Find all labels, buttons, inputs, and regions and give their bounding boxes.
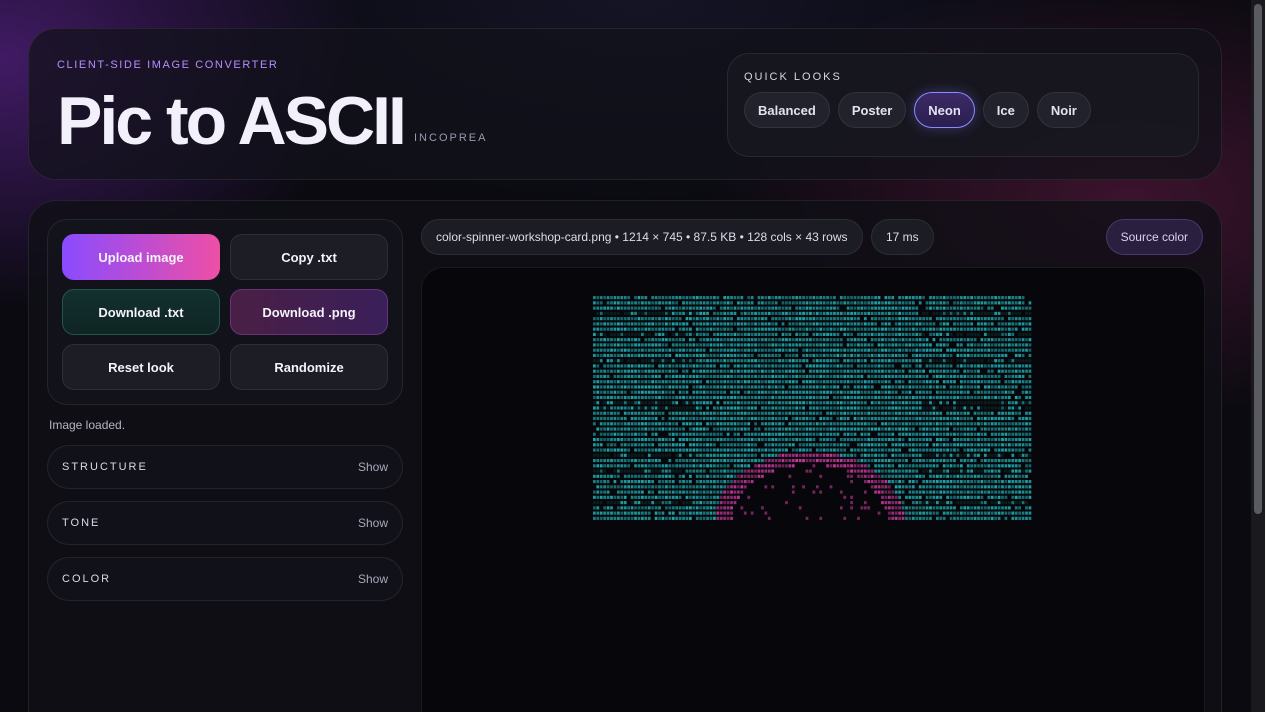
file-info-badge: color-spinner-workshop-card.png • 1214 ×…: [421, 219, 863, 255]
look-poster-button[interactable]: Poster: [837, 92, 907, 128]
source-color-button[interactable]: Source color: [1105, 219, 1203, 255]
look-noir-button[interactable]: Noir: [1036, 92, 1091, 128]
eyebrow-text: CLIENT-SIDE IMAGE CONVERTER: [57, 59, 279, 71]
section-tone[interactable]: TONE Show: [47, 501, 403, 545]
look-balanced-button[interactable]: Balanced: [744, 92, 830, 128]
timing-badge: 17 ms: [871, 219, 934, 255]
ascii-output-image: [593, 295, 1032, 521]
look-ice-button[interactable]: Ice: [982, 92, 1029, 128]
quick-looks-panel: QUICK LOOKS Balanced Poster Neon Ice Noi…: [727, 53, 1199, 157]
download-txt-button[interactable]: Download .txt: [62, 289, 220, 335]
copy-txt-button[interactable]: Copy .txt: [230, 234, 388, 280]
main-card: Upload image Copy .txt Download .txt Dow…: [28, 200, 1222, 712]
ascii-art-canvas: [593, 296, 1032, 520]
section-toggle[interactable]: Show: [358, 460, 388, 474]
section-label: STRUCTURE: [62, 461, 148, 473]
section-toggle[interactable]: Show: [358, 572, 388, 586]
app-title: Pic to ASCII: [57, 83, 407, 159]
section-label: TONE: [62, 517, 101, 529]
header-card: CLIENT-SIDE IMAGE CONVERTER Pic to ASCII…: [28, 28, 1222, 180]
reset-look-button[interactable]: Reset look: [62, 344, 220, 390]
ascii-preview: [421, 267, 1205, 712]
randomize-button[interactable]: Randomize: [230, 344, 388, 390]
section-structure[interactable]: STRUCTURE Show: [47, 445, 403, 489]
upload-image-button[interactable]: Upload image: [62, 234, 220, 280]
page-scrollbar[interactable]: [1251, 0, 1265, 712]
actions-panel: Upload image Copy .txt Download .txt Dow…: [47, 219, 403, 405]
quick-looks-options: Balanced Poster Neon Ice Noir: [744, 92, 1091, 128]
status-text: Image loaded.: [49, 418, 126, 432]
look-neon-button[interactable]: Neon: [914, 92, 975, 128]
download-png-button[interactable]: Download .png: [230, 289, 388, 335]
quick-looks-title: QUICK LOOKS: [744, 71, 842, 83]
section-color[interactable]: COLOR Show: [47, 557, 403, 601]
brand-label: INCOPREA: [414, 132, 488, 144]
scrollbar-thumb[interactable]: [1254, 4, 1262, 514]
section-label: COLOR: [62, 573, 112, 585]
section-toggle[interactable]: Show: [358, 516, 388, 530]
